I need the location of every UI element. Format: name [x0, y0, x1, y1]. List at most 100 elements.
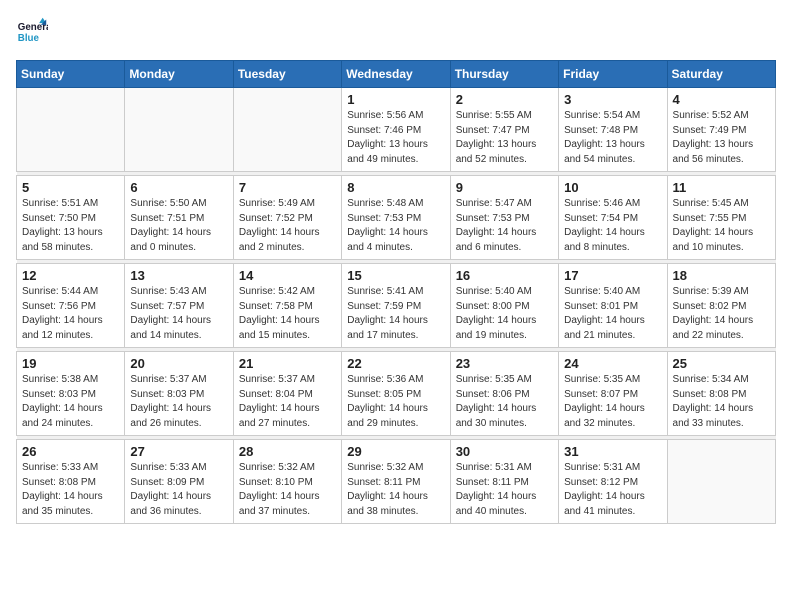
weekday-header-tuesday: Tuesday — [233, 61, 341, 88]
day-info: Sunrise: 5:38 AM Sunset: 8:03 PM Dayligh… — [22, 373, 119, 431]
day-info: Sunrise: 5:31 AM Sunset: 8:12 PM Dayligh… — [564, 461, 661, 519]
day-info: Sunrise: 5:47 AM Sunset: 7:53 PM Dayligh… — [456, 197, 553, 255]
day-info: Sunrise: 5:44 AM Sunset: 7:56 PM Dayligh… — [22, 285, 119, 343]
day-cell: 17 Sunrise: 5:40 AM Sunset: 8:01 PM Dayli… — [559, 264, 667, 348]
day-number: 24 — [564, 356, 661, 371]
weekday-header-sunday: Sunday — [17, 61, 125, 88]
day-cell: 18 Sunrise: 5:39 AM Sunset: 8:02 PM Dayli… — [667, 264, 775, 348]
day-number: 31 — [564, 444, 661, 459]
day-number: 8 — [347, 180, 444, 195]
day-cell: 5 Sunrise: 5:51 AM Sunset: 7:50 PM Daylig… — [17, 176, 125, 260]
day-cell: 24 Sunrise: 5:35 AM Sunset: 8:07 PM Dayli… — [559, 352, 667, 436]
day-info: Sunrise: 5:35 AM Sunset: 8:06 PM Dayligh… — [456, 373, 553, 431]
day-info: Sunrise: 5:40 AM Sunset: 8:00 PM Dayligh… — [456, 285, 553, 343]
day-info: Sunrise: 5:52 AM Sunset: 7:49 PM Dayligh… — [673, 109, 770, 167]
day-cell: 10 Sunrise: 5:46 AM Sunset: 7:54 PM Dayli… — [559, 176, 667, 260]
day-cell: 7Sunrise: 5:49 AM Sunset: 7:52 PM Daylig… — [233, 176, 341, 260]
day-number: 23 — [456, 356, 553, 371]
day-info: Sunrise: 5:50 AM Sunset: 7:51 PM Dayligh… — [130, 197, 227, 255]
day-cell: 29 Sunrise: 5:32 AM Sunset: 8:11 PM Dayli… — [342, 440, 450, 524]
day-info: Sunrise: 5:36 AM Sunset: 8:05 PM Dayligh… — [347, 373, 444, 431]
day-number: 30 — [456, 444, 553, 459]
day-number: 11 — [673, 180, 770, 195]
day-number: 29 — [347, 444, 444, 459]
weekday-header-monday: Monday — [125, 61, 233, 88]
day-cell — [233, 88, 341, 172]
day-number: 5 — [22, 180, 119, 195]
svg-text:Blue: Blue — [18, 33, 40, 44]
day-number: 20 — [130, 356, 227, 371]
day-cell: 1Sunrise: 5:56 AM Sunset: 7:46 PM Daylig… — [342, 88, 450, 172]
day-number: 14 — [239, 268, 336, 283]
week-row-4: 19 Sunrise: 5:38 AM Sunset: 8:03 PM Dayli… — [17, 352, 776, 436]
day-number: 27 — [130, 444, 227, 459]
day-info: Sunrise: 5:54 AM Sunset: 7:48 PM Dayligh… — [564, 109, 661, 167]
day-info: Sunrise: 5:37 AM Sunset: 8:03 PM Dayligh… — [130, 373, 227, 431]
day-number: 16 — [456, 268, 553, 283]
day-number: 2 — [456, 92, 553, 107]
day-cell: 8 Sunrise: 5:48 AM Sunset: 7:53 PM Daylig… — [342, 176, 450, 260]
day-cell: 31 Sunrise: 5:31 AM Sunset: 8:12 PM Dayli… — [559, 440, 667, 524]
day-number: 13 — [130, 268, 227, 283]
day-info: Sunrise: 5:40 AM Sunset: 8:01 PM Dayligh… — [564, 285, 661, 343]
day-info: Sunrise: 5:46 AM Sunset: 7:54 PM Dayligh… — [564, 197, 661, 255]
day-cell: 6 Sunrise: 5:50 AM Sunset: 7:51 PM Daylig… — [125, 176, 233, 260]
calendar-table: SundayMondayTuesdayWednesdayThursdayFrid… — [16, 60, 776, 524]
day-info: Sunrise: 5:48 AM Sunset: 7:53 PM Dayligh… — [347, 197, 444, 255]
day-info: Sunrise: 5:45 AM Sunset: 7:55 PM Dayligh… — [673, 197, 770, 255]
day-cell: 21 Sunrise: 5:37 AM Sunset: 8:04 PM Dayli… — [233, 352, 341, 436]
day-cell — [667, 440, 775, 524]
day-number: 1 — [347, 92, 444, 107]
day-cell: 28 Sunrise: 5:32 AM Sunset: 8:10 PM Dayli… — [233, 440, 341, 524]
logo-icon: General Blue — [16, 16, 48, 48]
logo: General Blue — [16, 16, 48, 48]
weekday-header-friday: Friday — [559, 61, 667, 88]
day-cell: 26 Sunrise: 5:33 AM Sunset: 8:08 PM Dayli… — [17, 440, 125, 524]
day-info: Sunrise: 5:33 AM Sunset: 8:08 PM Dayligh… — [22, 461, 119, 519]
day-info: Sunrise: 5:37 AM Sunset: 8:04 PM Dayligh… — [239, 373, 336, 431]
day-number: 4 — [673, 92, 770, 107]
day-info: Sunrise: 5:55 AM Sunset: 7:47 PM Dayligh… — [456, 109, 553, 167]
day-info: Sunrise: 5:32 AM Sunset: 8:10 PM Dayligh… — [239, 461, 336, 519]
day-cell: 30 Sunrise: 5:31 AM Sunset: 8:11 PM Dayli… — [450, 440, 558, 524]
day-cell: 27Sunrise: 5:33 AM Sunset: 8:09 PM Dayli… — [125, 440, 233, 524]
day-info: Sunrise: 5:49 AM Sunset: 7:52 PM Dayligh… — [239, 197, 336, 255]
day-cell: 19 Sunrise: 5:38 AM Sunset: 8:03 PM Dayli… — [17, 352, 125, 436]
day-info: Sunrise: 5:51 AM Sunset: 7:50 PM Dayligh… — [22, 197, 119, 255]
day-info: Sunrise: 5:41 AM Sunset: 7:59 PM Dayligh… — [347, 285, 444, 343]
day-info: Sunrise: 5:39 AM Sunset: 8:02 PM Dayligh… — [673, 285, 770, 343]
day-cell: 4 Sunrise: 5:52 AM Sunset: 7:49 PM Daylig… — [667, 88, 775, 172]
day-number: 12 — [22, 268, 119, 283]
day-info: Sunrise: 5:31 AM Sunset: 8:11 PM Dayligh… — [456, 461, 553, 519]
week-row-3: 12 Sunrise: 5:44 AM Sunset: 7:56 PM Dayli… — [17, 264, 776, 348]
day-cell: 20 Sunrise: 5:37 AM Sunset: 8:03 PM Dayli… — [125, 352, 233, 436]
day-number: 3 — [564, 92, 661, 107]
day-number: 19 — [22, 356, 119, 371]
day-info: Sunrise: 5:43 AM Sunset: 7:57 PM Dayligh… — [130, 285, 227, 343]
page-header: General Blue — [16, 16, 776, 48]
day-number: 6 — [130, 180, 227, 195]
day-number: 26 — [22, 444, 119, 459]
week-row-2: 5 Sunrise: 5:51 AM Sunset: 7:50 PM Daylig… — [17, 176, 776, 260]
day-info: Sunrise: 5:32 AM Sunset: 8:11 PM Dayligh… — [347, 461, 444, 519]
weekday-header-saturday: Saturday — [667, 61, 775, 88]
day-cell: 16 Sunrise: 5:40 AM Sunset: 8:00 PM Dayli… — [450, 264, 558, 348]
day-number: 10 — [564, 180, 661, 195]
day-info: Sunrise: 5:35 AM Sunset: 8:07 PM Dayligh… — [564, 373, 661, 431]
day-number: 28 — [239, 444, 336, 459]
weekday-header-wednesday: Wednesday — [342, 61, 450, 88]
day-number: 17 — [564, 268, 661, 283]
day-cell: 2 Sunrise: 5:55 AM Sunset: 7:47 PM Daylig… — [450, 88, 558, 172]
day-cell: 11 Sunrise: 5:45 AM Sunset: 7:55 PM Dayli… — [667, 176, 775, 260]
day-cell — [17, 88, 125, 172]
day-number: 18 — [673, 268, 770, 283]
day-number: 22 — [347, 356, 444, 371]
day-cell: 23 Sunrise: 5:35 AM Sunset: 8:06 PM Dayli… — [450, 352, 558, 436]
day-number: 21 — [239, 356, 336, 371]
day-cell: 13 Sunrise: 5:43 AM Sunset: 7:57 PM Dayli… — [125, 264, 233, 348]
day-number: 9 — [456, 180, 553, 195]
week-row-1: 1Sunrise: 5:56 AM Sunset: 7:46 PM Daylig… — [17, 88, 776, 172]
day-info: Sunrise: 5:34 AM Sunset: 8:08 PM Dayligh… — [673, 373, 770, 431]
day-cell: 3 Sunrise: 5:54 AM Sunset: 7:48 PM Daylig… — [559, 88, 667, 172]
day-cell: 22 Sunrise: 5:36 AM Sunset: 8:05 PM Dayli… — [342, 352, 450, 436]
